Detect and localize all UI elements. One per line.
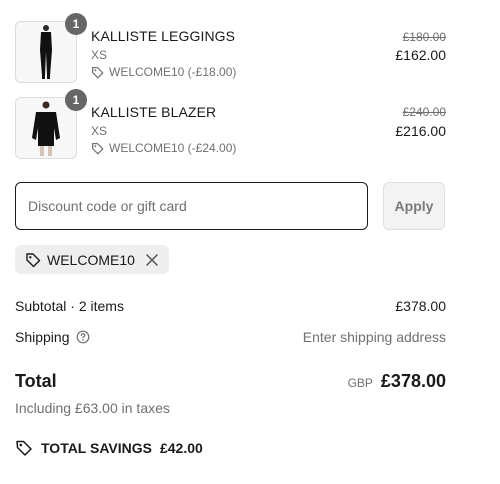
product-size: XS xyxy=(91,48,108,62)
item-price: £216.00 xyxy=(395,123,446,139)
shipping-row: Shipping xyxy=(15,329,90,345)
savings-tag-icon xyxy=(16,440,32,456)
help-icon[interactable] xyxy=(76,330,90,344)
applied-discount-chip: WELCOME10 xyxy=(15,245,169,274)
subtotal-value: £378.00 xyxy=(395,298,446,314)
product-size: XS xyxy=(91,124,108,138)
total-savings: TOTAL SAVINGS £42.00 xyxy=(15,439,203,457)
product-discount-text: WELCOME10 (-£18.00) xyxy=(109,65,237,79)
original-price: £180.00 xyxy=(402,30,446,44)
tag-icon xyxy=(92,66,104,78)
shipping-label: Shipping xyxy=(15,329,70,345)
discount-code-input[interactable] xyxy=(15,182,368,230)
total-value: £378.00 xyxy=(380,371,446,391)
product-image-leggings: 1 xyxy=(15,13,87,83)
currency-code: GBP xyxy=(347,376,373,390)
quantity-badge: 1 xyxy=(65,89,87,111)
savings-label: TOTAL SAVINGS xyxy=(41,440,152,456)
product-discount: WELCOME10 (-£24.00) xyxy=(91,141,236,155)
tag-icon xyxy=(26,252,41,267)
tag-icon xyxy=(92,142,104,154)
savings-value: £42.00 xyxy=(159,440,203,456)
taxes-note: Including £63.00 in taxes xyxy=(15,400,170,416)
total-label: Total xyxy=(15,371,57,391)
product-name: KALLISTE BLAZER xyxy=(91,104,217,120)
product-discount: WELCOME10 (-£18.00) xyxy=(91,65,236,79)
product-name: KALLISTE LEGGINGS xyxy=(91,28,236,44)
quantity-badge: 1 xyxy=(65,13,87,35)
item-price: £162.00 xyxy=(395,47,446,63)
total-amount: GBP £378.00 xyxy=(348,371,446,392)
shipping-value: Enter shipping address xyxy=(302,329,446,345)
apply-button[interactable]: Apply xyxy=(383,182,445,230)
product-discount-text: WELCOME10 (-£24.00) xyxy=(109,141,237,155)
original-price: £240.00 xyxy=(402,105,446,119)
subtotal-label: Subtotal · 2 items xyxy=(15,298,124,314)
product-image-blazer: 1 xyxy=(15,89,87,159)
close-icon[interactable] xyxy=(145,253,159,267)
applied-code-text: WELCOME10 xyxy=(47,251,135,268)
